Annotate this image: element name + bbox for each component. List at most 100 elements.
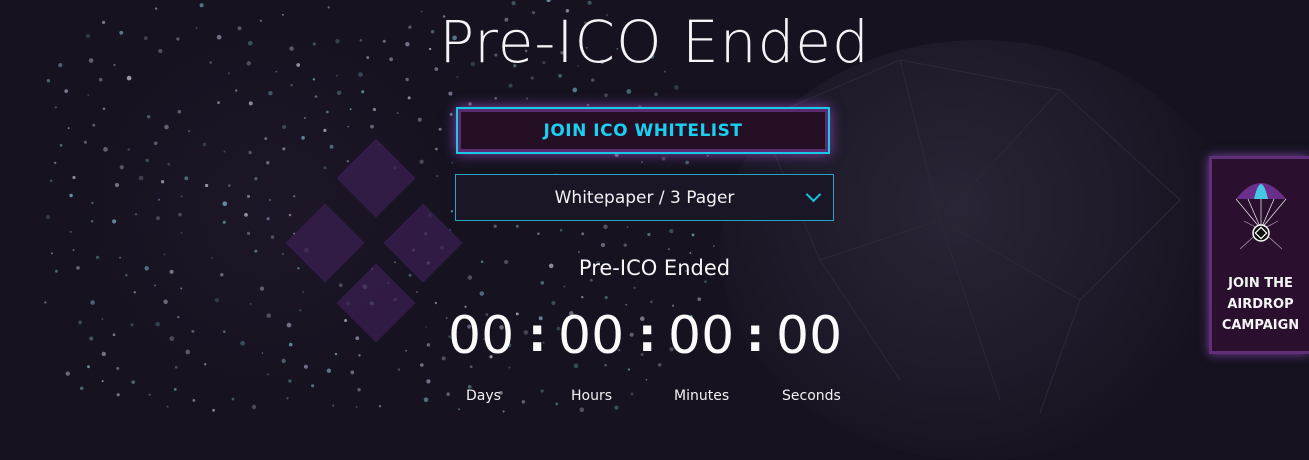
background-dot — [130, 323, 134, 327]
background-dot — [312, 78, 316, 81]
background-dot — [282, 147, 286, 151]
background-dot — [90, 219, 94, 223]
background-dot — [347, 125, 350, 128]
background-dot — [435, 147, 438, 151]
background-dot — [530, 76, 534, 80]
background-dot — [446, 392, 450, 396]
background-dot — [301, 291, 304, 293]
countdown-hours: 00 — [558, 306, 625, 366]
countdown-seconds-label: Seconds — [782, 388, 841, 404]
background-dot — [264, 137, 268, 140]
background-dot — [153, 141, 158, 146]
background-dot — [361, 90, 365, 94]
background-dot — [101, 317, 104, 321]
background-dot — [269, 199, 271, 201]
background-dot — [154, 284, 156, 287]
airdrop-label-line: JOIN THE — [1228, 276, 1293, 291]
background-dot — [133, 291, 137, 294]
background-dot — [334, 352, 338, 356]
background-dot — [311, 384, 315, 388]
background-dot — [49, 179, 53, 183]
join-whitelist-button[interactable]: JOIN ICO WHITELIST — [456, 107, 830, 154]
background-dot — [299, 309, 302, 312]
background-dot — [169, 336, 175, 341]
background-dot — [555, 402, 559, 406]
join-whitelist-label: JOIN ICO WHITELIST — [543, 120, 743, 141]
background-dot — [303, 116, 306, 120]
background-dot — [286, 397, 289, 400]
background-dot — [649, 300, 653, 304]
background-dot — [448, 91, 453, 96]
page-title: Pre-ICO Ended — [439, 8, 870, 76]
background-dot — [266, 313, 272, 318]
background-dot — [508, 83, 513, 88]
background-dot — [251, 404, 257, 410]
background-dot — [397, 368, 401, 371]
background-dot — [581, 232, 585, 236]
background-dot — [502, 410, 505, 413]
background-dot — [91, 202, 94, 204]
background-dot — [349, 108, 352, 111]
background-dot — [407, 96, 411, 100]
background-dot — [259, 286, 265, 291]
background-dot — [248, 150, 252, 155]
background-dot — [240, 340, 245, 346]
background-dot — [537, 232, 540, 236]
documents-dropdown[interactable]: Whitepaper / 3 Pager — [455, 174, 834, 221]
background-dot — [64, 89, 69, 93]
background-dot — [604, 93, 608, 98]
background-dot — [87, 365, 90, 369]
background-dot — [180, 232, 183, 234]
background-dot — [405, 349, 408, 352]
background-dot — [89, 336, 94, 341]
airdrop-campaign-button[interactable]: JOIN THE AIRDROP CAMPAIGN — [1209, 156, 1309, 354]
background-dot — [148, 393, 151, 396]
background-dot — [551, 300, 556, 306]
background-dot — [203, 362, 207, 366]
background-dot — [261, 352, 264, 354]
background-dot — [103, 147, 108, 152]
background-dot — [127, 148, 130, 151]
background-dot — [357, 388, 361, 392]
background-dot — [691, 233, 695, 237]
background-dot — [419, 159, 424, 164]
countdown-days: 00 — [448, 306, 515, 366]
background-dot — [396, 112, 399, 115]
background-dot — [546, 0, 551, 3]
background-dot — [92, 123, 96, 127]
background-dot — [199, 3, 204, 8]
background-polyhedron-edge — [1039, 299, 1081, 413]
background-dot — [633, 286, 636, 289]
background-dot — [174, 365, 178, 369]
background-dot — [102, 107, 106, 111]
background-dot — [600, 242, 606, 248]
background-dot — [266, 161, 270, 165]
countdown-separator: : — [746, 308, 765, 362]
background-dot — [350, 370, 355, 375]
background-dot — [227, 184, 231, 188]
background-dot — [579, 407, 585, 413]
background-dot — [187, 129, 191, 133]
background-polyhedron-edge — [939, 89, 1061, 221]
background-dot — [101, 351, 106, 357]
background-dot — [426, 343, 431, 347]
background-dot — [645, 378, 648, 381]
background-dot — [603, 224, 608, 230]
background-dot — [623, 243, 627, 247]
background-dot — [202, 142, 207, 147]
background-dot — [426, 379, 431, 384]
background-dot — [222, 220, 226, 224]
background-dot — [314, 95, 318, 98]
background-dot — [540, 281, 545, 285]
background-dot — [54, 106, 57, 109]
background-dot — [697, 297, 702, 302]
background-dot — [112, 333, 116, 337]
background-dot — [378, 404, 382, 408]
background-dot — [405, 77, 409, 82]
countdown-status: Pre-ICO Ended — [578, 256, 731, 280]
background-dot — [436, 175, 439, 177]
background-dot — [282, 124, 287, 130]
background-dot — [166, 405, 169, 408]
background-dot — [177, 109, 182, 114]
background-dot — [358, 354, 361, 357]
